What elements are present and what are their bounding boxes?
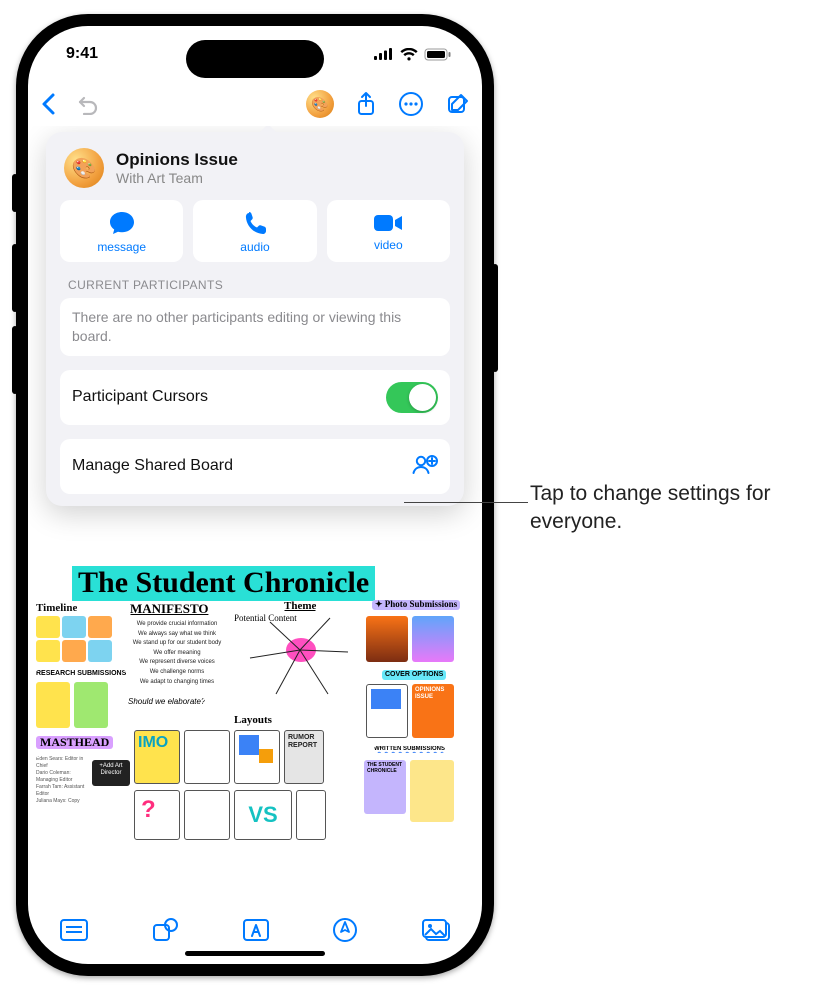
battery-icon: [424, 48, 452, 61]
popover-title: Opinions Issue: [116, 150, 238, 170]
label-cover: COVER OPTIONS: [382, 670, 446, 680]
callout-text: Tap to change settings for everyone.: [530, 480, 810, 537]
status-time: 9:41: [66, 45, 98, 63]
mindmap-lines: [230, 608, 360, 718]
participants-empty-text: There are no other participants editing …: [60, 298, 450, 356]
sticky: [36, 616, 60, 638]
notch: [186, 40, 324, 78]
video-icon: [373, 212, 403, 234]
video-button[interactable]: video: [327, 200, 450, 262]
layout-color: [234, 730, 280, 784]
label-written: WRITTEN SUBMISSIONS: [374, 746, 445, 753]
manifesto-line: We represent diverse voices: [122, 658, 232, 668]
photo-2: [412, 616, 454, 662]
back-button[interactable]: [40, 92, 58, 116]
share-button[interactable]: [356, 91, 376, 117]
more-button[interactable]: [398, 91, 424, 117]
board-title: The Student Chronicle: [72, 566, 375, 601]
participant-cursors-label: Participant Cursors: [72, 388, 208, 406]
collaboration-popover: 🎨 Opinions Issue With Art Team message a…: [46, 132, 464, 506]
palette-icon: 🎨: [311, 96, 328, 113]
cover-1: [366, 684, 408, 738]
popover-subtitle: With Art Team: [116, 170, 238, 186]
collaboration-button[interactable]: 🎨: [306, 90, 334, 118]
research-card: [36, 682, 70, 728]
cover-opinions: OPINIONS ISSUE: [412, 684, 454, 738]
label-imo: IMO: [138, 734, 168, 752]
label-layouts: Layouts: [234, 714, 272, 726]
cellular-icon: [374, 48, 394, 60]
undo-button[interactable]: [76, 93, 100, 115]
participants-section-header: CURRENT PARTICIPANTS: [60, 262, 450, 298]
status-icons: [374, 48, 452, 61]
board-avatar: 🎨: [64, 148, 104, 188]
pen-tool[interactable]: [332, 917, 358, 948]
board-canvas: Timeline RESEARCH SUBMISSIONS MASTHEAD E…: [34, 608, 476, 888]
manage-shared-board-row[interactable]: Manage Shared Board: [60, 439, 450, 494]
layout-vs: VS: [234, 790, 292, 840]
home-indicator: [185, 951, 325, 956]
volume-up: [12, 244, 18, 312]
nav-bar: 🎨: [28, 82, 482, 126]
add-art-sticky: +Add Art Director: [92, 760, 130, 786]
manifesto-line: We stand up for our student body: [122, 639, 232, 649]
written-2: [410, 760, 454, 822]
label-elaborate: Should we elaborate?: [128, 698, 205, 707]
masthead-text: Eden Sears: Editor in ChiefDario Coleman…: [36, 756, 94, 804]
silent-switch: [12, 174, 18, 212]
written-chronicle: THE STUDENT CHRONICLE: [364, 760, 406, 814]
layout-question: ?: [134, 790, 180, 840]
layout-lines: [184, 790, 230, 840]
label-photo: ✦ Photo Submissions: [372, 600, 460, 610]
manifesto-line: We challenge norms: [122, 668, 232, 678]
sticky: [88, 640, 112, 662]
sticky: [62, 640, 86, 662]
notes-tool[interactable]: [59, 918, 89, 947]
compose-button[interactable]: [446, 92, 470, 116]
photo-1: [366, 616, 408, 662]
video-label: video: [374, 238, 403, 252]
palette-icon: 🎨: [72, 156, 97, 181]
participant-cursors-row: Participant Cursors: [60, 370, 450, 425]
shapes-tool[interactable]: [152, 917, 180, 948]
popover-arrow: [258, 126, 278, 134]
manifesto-lines: We provide crucial information We always…: [122, 620, 232, 687]
label-rumor: RUMOR REPORT: [284, 730, 324, 784]
sticky: [62, 616, 86, 638]
message-icon: [108, 210, 136, 236]
phone-frame: 9:41 🎨: [16, 14, 494, 976]
audio-button[interactable]: audio: [193, 200, 316, 262]
label-manifesto: MANIFESTO: [130, 602, 209, 616]
message-label: message: [97, 240, 146, 254]
manifesto-line: We offer meaning: [122, 649, 232, 659]
volume-down: [12, 326, 18, 394]
audio-label: audio: [240, 240, 269, 254]
phone-icon: [243, 210, 267, 236]
callout-leader-line: [404, 502, 528, 503]
layout-blank: [184, 730, 230, 784]
power-button: [492, 264, 498, 372]
layout-small: [296, 790, 326, 840]
label-timeline: Timeline: [36, 602, 77, 614]
sticky: [88, 616, 112, 638]
label-masthead: MASTHEAD: [36, 736, 113, 749]
wifi-icon: [400, 48, 418, 61]
screen: 9:41 🎨: [28, 26, 482, 964]
media-tool[interactable]: [421, 918, 451, 947]
sticky: [36, 640, 60, 662]
manifesto-line: We adapt to changing times: [122, 678, 232, 688]
manifesto-line: We always say what we think: [122, 630, 232, 640]
research-card: [74, 682, 108, 728]
label-vs: VS: [248, 803, 277, 827]
text-tool[interactable]: [242, 918, 270, 947]
manage-shared-board-label: Manage Shared Board: [72, 457, 233, 475]
manifesto-line: We provide crucial information: [122, 620, 232, 630]
message-button[interactable]: message: [60, 200, 183, 262]
collaboration-settings-icon: [412, 453, 438, 480]
label-research: RESEARCH SUBMISSIONS: [36, 670, 126, 678]
participant-cursors-switch[interactable]: [386, 382, 438, 413]
